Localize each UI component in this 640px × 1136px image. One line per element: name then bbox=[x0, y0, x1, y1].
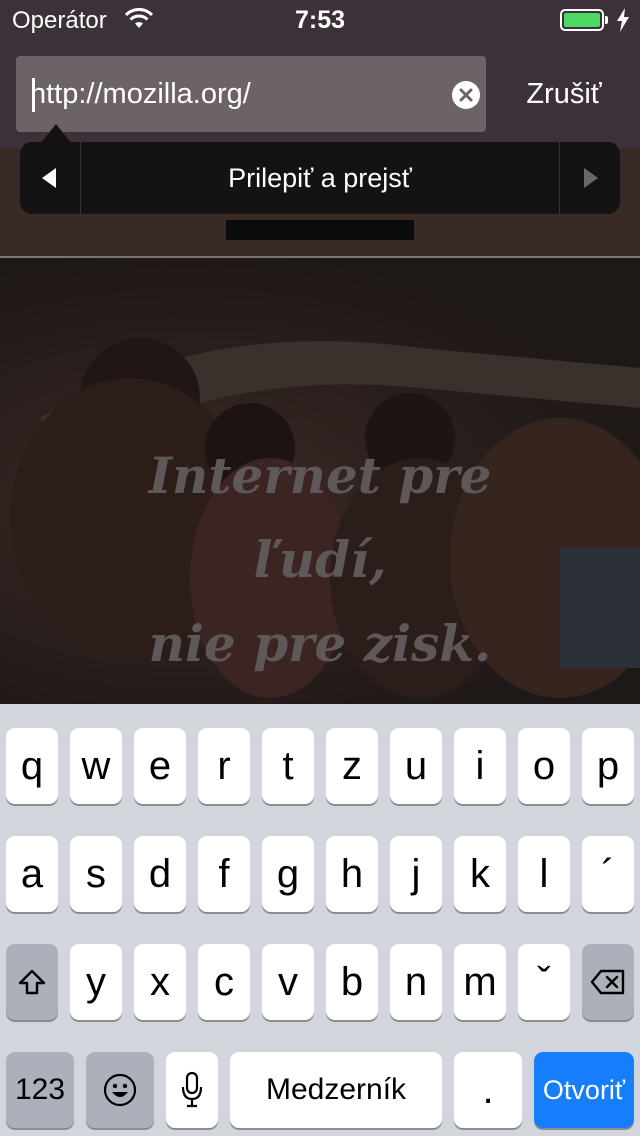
key-v[interactable]: v bbox=[262, 944, 314, 1020]
context-menu-prev[interactable] bbox=[20, 142, 81, 214]
key-c[interactable]: c bbox=[198, 944, 250, 1020]
key-z[interactable]: z bbox=[326, 728, 378, 804]
clock: 7:53 bbox=[294, 6, 346, 34]
hero-tagline-line2: ľudí, bbox=[253, 530, 387, 589]
shift-key[interactable] bbox=[6, 944, 58, 1020]
text-caret bbox=[32, 78, 35, 112]
key-h[interactable]: h bbox=[326, 836, 378, 912]
backspace-icon bbox=[590, 969, 625, 995]
hero-banner: Internet pre ľudí, nie pre zisk. bbox=[0, 258, 640, 704]
key-x[interactable]: x bbox=[134, 944, 186, 1020]
key-q[interactable]: q bbox=[6, 728, 58, 804]
context-menu-next[interactable] bbox=[559, 142, 620, 214]
shift-icon bbox=[18, 969, 46, 995]
key-l[interactable]: l bbox=[518, 836, 570, 912]
key-e[interactable]: e bbox=[134, 728, 186, 804]
url-field[interactable] bbox=[16, 56, 486, 132]
key-y[interactable]: y bbox=[70, 944, 122, 1020]
period-key[interactable]: . bbox=[454, 1052, 522, 1128]
key-s[interactable]: s bbox=[70, 836, 122, 912]
key-g[interactable]: g bbox=[262, 836, 314, 912]
url-input[interactable] bbox=[30, 56, 430, 132]
key-j[interactable]: j bbox=[390, 836, 442, 912]
backspace-key[interactable] bbox=[582, 944, 634, 1020]
key-n[interactable]: n bbox=[390, 944, 442, 1020]
arrow-right-icon bbox=[584, 168, 598, 188]
microphone-icon bbox=[181, 1071, 203, 1108]
key-k[interactable]: k bbox=[454, 836, 506, 912]
go-button[interactable]: Otvoriť bbox=[534, 1052, 634, 1128]
status-bar: Operátor 7:53 bbox=[0, 0, 640, 40]
context-menu: Prilepiť a prejsť bbox=[20, 142, 620, 214]
key-acute[interactable]: ´ bbox=[582, 836, 634, 912]
key-u[interactable]: u bbox=[390, 728, 442, 804]
key-a[interactable]: a bbox=[6, 836, 58, 912]
emoji-icon bbox=[103, 1073, 137, 1107]
hero-tagline-line1: Internet pre bbox=[148, 446, 492, 505]
key-r[interactable]: r bbox=[198, 728, 250, 804]
hero-tagline-line3: nie pre zisk. bbox=[148, 614, 492, 673]
charging-bolt-icon bbox=[616, 8, 630, 39]
clear-text-icon[interactable] bbox=[452, 81, 480, 109]
context-menu-pointer bbox=[40, 124, 72, 144]
paste-and-go-item[interactable]: Prilepiť a prejsť bbox=[80, 142, 560, 214]
key-b[interactable]: b bbox=[326, 944, 378, 1020]
key-i[interactable]: i bbox=[454, 728, 506, 804]
key-d[interactable]: d bbox=[134, 836, 186, 912]
keyboard: q w e r t z u i o p a s d f g h j k l ´ … bbox=[0, 704, 640, 1136]
key-w[interactable]: w bbox=[70, 728, 122, 804]
key-m[interactable]: m bbox=[454, 944, 506, 1020]
battery-icon bbox=[560, 9, 608, 31]
key-o[interactable]: o bbox=[518, 728, 570, 804]
page-header-obscured bbox=[226, 220, 414, 240]
emoji-key[interactable] bbox=[86, 1052, 154, 1128]
browser-top-bar: Operátor 7:53 Zrušiť bbox=[0, 0, 640, 148]
arrow-left-icon bbox=[42, 168, 56, 188]
key-f[interactable]: f bbox=[198, 836, 250, 912]
dictation-key[interactable] bbox=[166, 1052, 218, 1128]
key-t[interactable]: t bbox=[262, 728, 314, 804]
numbers-key[interactable]: 123 bbox=[6, 1052, 74, 1128]
key-caron[interactable]: ˇ bbox=[518, 944, 570, 1020]
space-key[interactable]: Medzerník bbox=[230, 1052, 442, 1128]
key-p[interactable]: p bbox=[582, 728, 634, 804]
cancel-button[interactable]: Zrušiť bbox=[500, 56, 628, 132]
